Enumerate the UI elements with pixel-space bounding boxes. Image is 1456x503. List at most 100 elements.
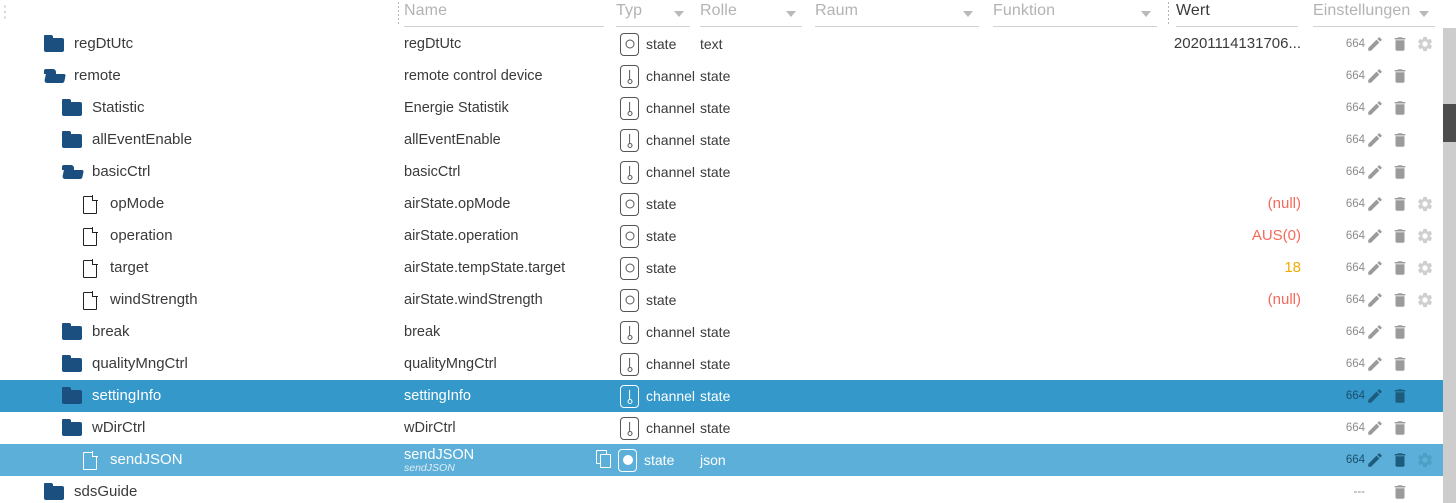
trash-icon[interactable] — [1391, 419, 1409, 437]
trash-icon[interactable] — [1391, 323, 1409, 341]
table-row[interactable]: wDirCtrl wDirCtrl channel state 664 — [0, 412, 1443, 444]
document-icon — [80, 195, 102, 214]
gear-icon[interactable] — [1416, 291, 1434, 309]
tree-cell[interactable]: break — [0, 316, 398, 348]
value-cell: AUS(0) — [1251, 227, 1301, 244]
chevron-down-icon[interactable] — [1141, 11, 1151, 17]
column-header-typ[interactable]: Typ — [616, 0, 698, 28]
trash-icon[interactable] — [1391, 195, 1409, 213]
table-row[interactable]: windStrength airState.windStrength state (n… — [0, 284, 1443, 316]
table-row[interactable]: target airState.tempState.target state 18 66… — [0, 252, 1443, 284]
table-row[interactable]: qualityMngCtrl qualityMngCtrl channel state… — [0, 348, 1443, 380]
tree-cell[interactable]: opMode — [0, 188, 398, 220]
pencil-icon[interactable] — [1366, 35, 1384, 53]
trash-icon[interactable] — [1391, 483, 1409, 501]
tree-cell[interactable]: Statistic — [0, 92, 398, 124]
tree-cell[interactable]: target — [0, 252, 398, 284]
table-row[interactable]: remote remote control device channel state 6… — [0, 60, 1443, 92]
trash-icon[interactable] — [1391, 67, 1409, 85]
column-header-name[interactable]: Name — [404, 0, 612, 28]
tree-cell[interactable]: regDtUtc — [0, 28, 398, 60]
tree-cell[interactable]: operation — [0, 220, 398, 252]
tree-cell[interactable]: sdsGuide — [0, 476, 398, 503]
tree-cell[interactable]: sendJSON — [0, 444, 398, 476]
table-row[interactable]: opMode airState.opMode state (null) 664 — [0, 188, 1443, 220]
column-resize-handle-1[interactable] — [1168, 0, 1169, 24]
trash-icon[interactable] — [1391, 259, 1409, 277]
tree-cell[interactable]: allEventEnable — [0, 124, 398, 156]
row-count-badge: 664 — [1345, 326, 1365, 338]
pencil-icon[interactable] — [1366, 195, 1384, 213]
tree-cell[interactable]: settingInfo — [0, 380, 398, 412]
chevron-down-icon[interactable] — [674, 11, 684, 17]
trash-icon[interactable] — [1391, 387, 1409, 405]
trash-icon[interactable] — [1391, 99, 1409, 117]
type-label: channel — [646, 132, 696, 148]
table-row[interactable]: sendJSON sendJSON sendJSON state json 664 — [0, 444, 1443, 476]
tree-cell[interactable]: windStrength — [0, 284, 398, 316]
pencil-icon[interactable] — [1366, 451, 1384, 469]
table-row[interactable]: regDtUtc regDtUtc state text 20201114131706.… — [0, 28, 1443, 60]
pencil-icon[interactable] — [1366, 227, 1384, 245]
name-cell: qualityMngCtrl — [404, 348, 604, 380]
gear-icon[interactable] — [1416, 35, 1434, 53]
table-row[interactable]: settingInfo settingInfo channel state 664 — [0, 380, 1443, 412]
pencil-icon[interactable] — [1366, 131, 1384, 149]
table-body[interactable]: regDtUtc regDtUtc state text 20201114131706.… — [0, 28, 1443, 503]
trash-icon[interactable] — [1391, 291, 1409, 309]
tree-cell[interactable]: remote — [0, 60, 398, 92]
tree-cell[interactable]: basicCtrl — [0, 156, 398, 188]
chevron-down-icon[interactable] — [1419, 11, 1429, 17]
pencil-icon[interactable] — [1366, 163, 1384, 181]
tree-cell[interactable]: qualityMngCtrl — [0, 348, 398, 380]
vertical-scrollbar-thumb[interactable] — [1443, 104, 1456, 142]
tree-item-label: wDirCtrl — [92, 419, 146, 436]
pencil-icon[interactable] — [1366, 99, 1384, 117]
table-row[interactable]: sdsGuide --- — [0, 476, 1443, 503]
trash-icon[interactable] — [1391, 35, 1409, 53]
gear-icon[interactable] — [1416, 227, 1434, 245]
row-count-badge: 664 — [1345, 230, 1365, 242]
pencil-icon[interactable] — [1366, 291, 1384, 309]
trash-icon[interactable] — [1391, 451, 1409, 469]
pencil-icon[interactable] — [1366, 67, 1384, 85]
value-cell: (null) — [1267, 195, 1301, 212]
pencil-icon[interactable] — [1366, 419, 1384, 437]
tree-cell[interactable]: wDirCtrl — [0, 412, 398, 444]
pencil-icon[interactable] — [1366, 323, 1384, 341]
tree-item-label: basicCtrl — [92, 163, 151, 180]
trash-icon[interactable] — [1391, 355, 1409, 373]
role-label: state — [700, 164, 731, 180]
gear-icon[interactable] — [1416, 195, 1434, 213]
row-count-badge: 664 — [1345, 422, 1365, 434]
pencil-icon[interactable] — [1366, 387, 1384, 405]
column-resize-handle-0[interactable] — [398, 0, 399, 24]
tree-item-label: sendJSON — [110, 451, 183, 468]
trash-icon[interactable] — [1391, 131, 1409, 149]
trash-icon[interactable] — [1391, 227, 1409, 245]
vertical-scrollbar[interactable] — [1443, 28, 1456, 503]
column-header-raum[interactable]: Raum — [815, 0, 987, 28]
table-row[interactable]: allEventEnable allEventEnable channel state… — [0, 124, 1443, 156]
name-primary: airState.tempState.target — [404, 260, 566, 276]
column-header-wert[interactable]: Wert — [1176, 0, 1306, 28]
column-header-einstellungen[interactable]: Einstellungen — [1313, 0, 1443, 28]
column-header-rolle[interactable]: Rolle — [700, 0, 810, 28]
column-header-funktion[interactable]: Funktion — [993, 0, 1165, 28]
pencil-icon[interactable] — [1366, 259, 1384, 277]
role-label: state — [700, 100, 731, 116]
table-row[interactable]: Statistic Energie Statistik channel state 66… — [0, 92, 1443, 124]
table-row[interactable]: operation airState.operation state AUS(0) 66… — [0, 220, 1443, 252]
name-cell: basicCtrl — [404, 156, 604, 188]
gear-icon[interactable] — [1416, 259, 1434, 277]
pencil-icon[interactable] — [1366, 355, 1384, 373]
column-header-tree[interactable] — [0, 0, 398, 28]
gear-icon[interactable] — [1416, 451, 1434, 469]
table-row[interactable]: basicCtrl basicCtrl channel state 664 — [0, 156, 1443, 188]
chevron-down-icon[interactable] — [963, 11, 973, 17]
table-row[interactable]: break break channel state 664 — [0, 316, 1443, 348]
chevron-down-icon[interactable] — [786, 11, 796, 17]
role-cell: state — [700, 60, 800, 92]
trash-icon[interactable] — [1391, 163, 1409, 181]
copy-icon[interactable] — [596, 450, 613, 470]
